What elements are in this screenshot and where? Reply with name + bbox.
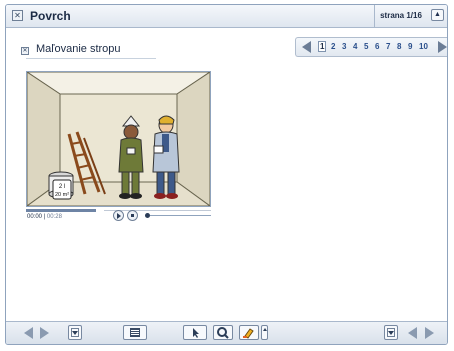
- bottom-toolbar: [6, 321, 447, 344]
- page-link-5[interactable]: 5: [364, 42, 368, 51]
- secondary-dropdown-button[interactable]: [384, 325, 398, 340]
- prev-page-icon[interactable]: [302, 41, 311, 53]
- prev-icon[interactable]: [408, 327, 417, 339]
- page-link-10[interactable]: 10: [419, 42, 428, 51]
- video-duration: 00:28: [46, 214, 62, 220]
- caret-up-icon: [263, 328, 267, 331]
- page-link-2[interactable]: 2: [331, 42, 335, 51]
- paint-volume-label: 2 l: [59, 184, 65, 190]
- pointer-tool-button[interactable]: [183, 325, 207, 340]
- page-link-4[interactable]: 4: [353, 42, 357, 51]
- close-icon[interactable]: ✕: [12, 10, 23, 21]
- video-progress-fill[interactable]: [26, 209, 96, 212]
- play-button[interactable]: [113, 210, 124, 221]
- video-time-separator: |: [43, 214, 46, 220]
- page-navigator: 1 2 3 4 5 6 7 8 9 10: [295, 37, 447, 57]
- painting-illustration: 2 l 20 m²: [27, 72, 210, 206]
- video-player[interactable]: 2 l 20 m²: [26, 71, 211, 207]
- highlighter-tool-button[interactable]: [239, 325, 259, 340]
- page-link-8[interactable]: 8: [397, 42, 401, 51]
- menu-dropdown-button[interactable]: [68, 325, 82, 340]
- calculator-icon: [130, 328, 140, 337]
- video-time: 00:00 | 00:28: [27, 214, 62, 220]
- video-current-time: 00:00: [27, 214, 43, 220]
- paint-coverage-label: 20 m²: [55, 192, 69, 198]
- lesson-subtitle: Maľovanie stropu: [36, 43, 121, 55]
- stop-button[interactable]: [127, 210, 138, 221]
- page-title: Povrch: [30, 9, 71, 23]
- highlighter-options-button[interactable]: [261, 325, 268, 340]
- cursor-arrow-icon: [193, 328, 199, 338]
- chevron-down-icon-2: [388, 331, 394, 335]
- forward-icon[interactable]: [40, 327, 49, 339]
- zoom-tool-button[interactable]: [213, 325, 233, 340]
- magnifier-icon: [217, 327, 229, 339]
- collapse-icon[interactable]: ✕: [21, 47, 29, 55]
- chevron-down-icon: [72, 331, 78, 335]
- page-link-9[interactable]: 9: [408, 42, 412, 51]
- subtitle-underline: [26, 58, 156, 59]
- page-link-3[interactable]: 3: [342, 42, 346, 51]
- main-window: ✕ Povrch strana 1/16 ▲ ✕ Maľovanie strop…: [5, 4, 448, 345]
- scroll-up-button[interactable]: ▲: [431, 9, 444, 21]
- calculator-button[interactable]: [123, 325, 147, 340]
- page-indicator: strana 1/16: [374, 5, 427, 27]
- page-link-6[interactable]: 6: [375, 42, 379, 51]
- page-link-7[interactable]: 7: [386, 42, 390, 51]
- next-icon[interactable]: [425, 327, 434, 339]
- volume-slider[interactable]: [150, 215, 211, 216]
- page-link-1[interactable]: 1: [318, 41, 327, 52]
- next-page-icon[interactable]: [438, 41, 447, 53]
- back-icon[interactable]: [24, 327, 33, 339]
- highlighter-icon: [243, 328, 254, 339]
- title-bar: ✕ Povrch strana 1/16 ▲: [6, 5, 447, 28]
